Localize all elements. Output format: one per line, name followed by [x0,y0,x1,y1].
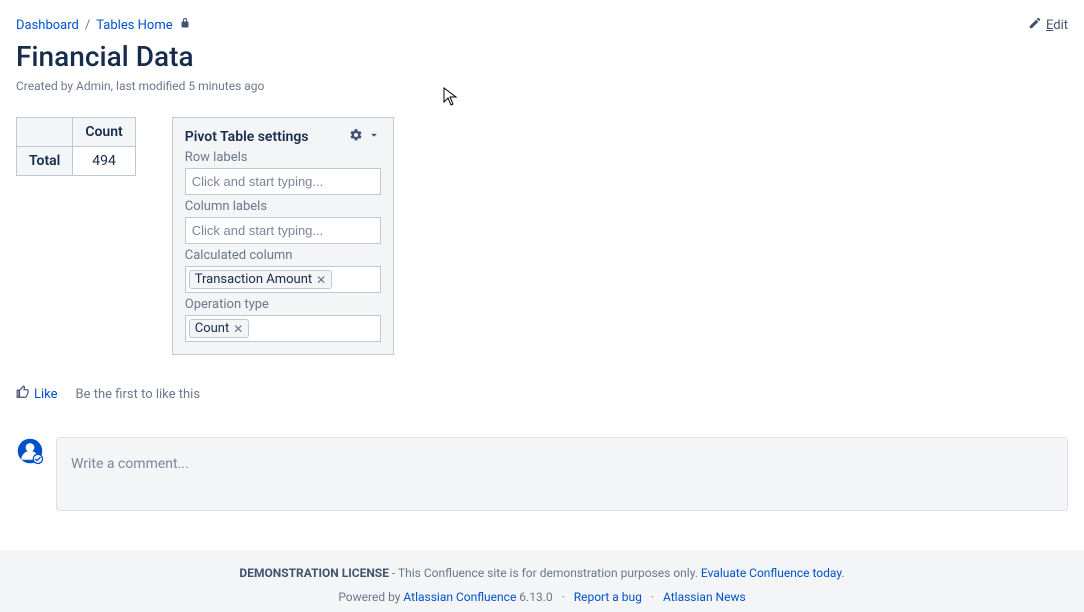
table-header-count: Count [73,118,135,147]
operation-type-input[interactable]: Count ✕ [185,315,381,342]
avatar [16,437,44,469]
gear-icon[interactable] [349,128,363,146]
table-row: Total 494 [17,147,136,176]
pivot-settings-title: Pivot Table settings [185,129,309,145]
like-button[interactable]: Like [16,385,58,403]
lock-icon[interactable] [179,17,191,33]
table-row-total: Total [17,147,73,176]
pivot-settings-panel: Pivot Table settings Row labels Column l… [172,117,394,355]
pivot-result-table: Count Total 494 [16,117,136,176]
comment-input[interactable]: Write a comment... [56,437,1068,511]
calculated-column-input[interactable]: Transaction Amount ✕ [185,266,381,293]
close-icon[interactable]: ✕ [316,274,326,286]
edit-button[interactable]: Edit [1028,16,1068,34]
atlassian-link[interactable]: Atlassian Confluence [403,590,516,604]
tag-label: Count [195,321,229,336]
column-labels-label: Column labels [185,199,381,214]
operation-type-label: Operation type [185,297,381,312]
breadcrumb-sep: / [85,18,90,33]
footer-version: 6.13.0 [516,590,552,604]
breadcrumb-dashboard[interactable]: Dashboard [16,18,79,33]
table-cell-value: 494 [73,147,135,176]
report-bug-link[interactable]: Report a bug [574,590,642,604]
chevron-down-icon[interactable] [367,128,381,146]
tag-transaction-amount[interactable]: Transaction Amount ✕ [189,270,332,289]
cursor-icon [443,87,459,111]
calculated-column-label: Calculated column [185,248,381,263]
thumbs-up-icon [16,385,30,403]
like-hint: Be the first to like this [76,387,201,402]
evaluate-link[interactable]: Evaluate Confluence today [701,566,841,580]
footer-demo-bold: DEMONSTRATION LICENSE [239,566,389,580]
news-link[interactable]: Atlassian News [663,590,746,604]
pencil-icon [1028,16,1042,34]
like-label: Like [34,387,58,402]
footer: DEMONSTRATION LICENSE - This Confluence … [0,550,1084,612]
breadcrumb-tables-home[interactable]: Tables Home [96,18,172,33]
byline: Created by Admin, last modified 5 minute… [0,73,1084,93]
footer-demo-rest: - This Confluence site is for demonstrat… [389,566,701,580]
table-header-empty [17,118,73,147]
breadcrumb: Dashboard / Tables Home [16,17,191,33]
row-labels-label: Row labels [185,150,381,165]
page-title: Financial Data [0,34,1084,73]
tag-count[interactable]: Count ✕ [189,319,250,338]
edit-label: Edit [1046,18,1068,33]
row-labels-input[interactable] [185,168,381,195]
table-row: Count [17,118,136,147]
tag-label: Transaction Amount [195,272,312,287]
footer-powered: Powered by [338,590,403,604]
close-icon[interactable]: ✕ [233,323,243,335]
column-labels-input[interactable] [185,217,381,244]
